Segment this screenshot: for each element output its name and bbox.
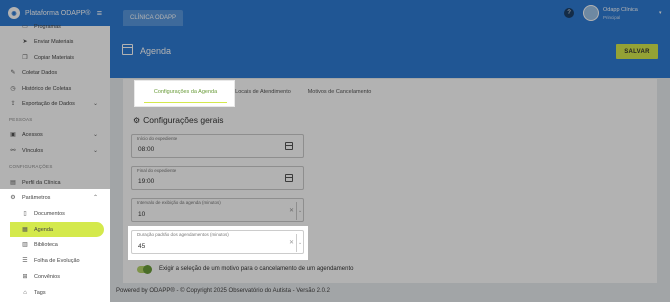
section-configuracoes: CONFIGURAÇÕES: [9, 164, 53, 169]
toggle-knob: [143, 265, 152, 274]
clear-icon[interactable]: ✕: [289, 239, 294, 246]
sidebar-item-tags[interactable]: ⌂ Tags: [0, 285, 110, 300]
chevron-down-icon: ⌄: [92, 148, 98, 154]
tag-icon: ⌂: [23, 289, 27, 296]
start-time-field[interactable]: Início do expediente 08:00: [131, 134, 304, 158]
interval-select[interactable]: Intervalo de exibição da agenda (minutos…: [131, 198, 304, 222]
sidebar-item-label: Exportação de Dados: [22, 100, 75, 107]
avatar[interactable]: [583, 5, 599, 21]
sidebar-item-label: Perfil da Clínica: [22, 179, 61, 186]
calendar-icon[interactable]: [285, 142, 293, 150]
list-icon: ☰: [22, 258, 28, 264]
page-title: Agenda: [140, 46, 172, 56]
edit-icon: ✎: [10, 70, 16, 76]
chevron-down-icon[interactable]: ⌄: [298, 240, 302, 246]
sidebar-item-biblioteca[interactable]: ▥ Biblioteca: [0, 237, 110, 252]
chevron-down-icon: ⌄: [92, 132, 98, 138]
sidebar-item-label: Histórico de Coletas: [22, 85, 72, 92]
help-icon[interactable]: ?: [564, 8, 574, 18]
history-icon: ◷: [10, 86, 16, 92]
settings-icon: ⚙: [10, 195, 16, 201]
tab-underline: [144, 102, 227, 103]
sidebar-item-label: Coletar Dados: [22, 69, 58, 76]
library-icon: ▥: [22, 242, 28, 248]
calendar-icon: [122, 44, 133, 55]
document-icon: ▯: [23, 211, 27, 217]
chevron-down-icon: ⌄: [92, 101, 98, 107]
end-time-field[interactable]: Final do expediente 19:00: [131, 166, 304, 190]
sidebar-item-folha-evolucao[interactable]: ☰ Folha de Evolução: [0, 253, 110, 268]
link-icon: ⚯: [10, 148, 16, 154]
export-icon: ⇪: [10, 101, 16, 107]
cancel-reason-label: Exigir a seleção de um motivo para o can…: [159, 266, 354, 272]
divider: [296, 202, 297, 220]
clear-icon[interactable]: ✕: [289, 207, 294, 214]
sidebar-item-acessos[interactable]: ▣ Acessos ⌄: [0, 127, 110, 142]
duration-label: Duração padrão dos agendamentos (minutos…: [137, 232, 229, 237]
user-name[interactable]: Odapp Clínica: [603, 7, 638, 13]
chevron-up-icon: ⌃: [92, 195, 98, 201]
save-button[interactable]: SALVAR: [616, 44, 658, 59]
tab-configuracoes-agenda[interactable]: Configurações da Agenda: [144, 89, 227, 95]
sidebar-item-copiar-materiais[interactable]: ❐ Copiar Materiais: [0, 50, 110, 65]
cancel-reason-toggle[interactable]: [137, 265, 152, 274]
chevron-down-icon[interactable]: ⌄: [298, 208, 302, 214]
sidebar-item-label: Vínculos: [22, 147, 44, 154]
footer-text: Powered by ODAPP® - © Copyright 2025 Obs…: [116, 288, 330, 294]
gear-icon: ⚙: [133, 115, 141, 125]
sidebar-item-enviar-materiais[interactable]: ➤ Enviar Materiais: [0, 34, 110, 49]
sidebar-item-label: Documentos: [34, 210, 65, 217]
duration-value[interactable]: 45: [138, 243, 145, 250]
sidebar-item-parametros[interactable]: ⚙ Parâmetros ⌃: [0, 190, 110, 205]
sidebar-item-label: Enviar Materiais: [34, 38, 74, 45]
section-title: ⚙ Configurações gerais: [133, 115, 224, 125]
sidebar-item-label: Biblioteca: [34, 241, 58, 248]
agreement-icon: ⊞: [22, 274, 28, 280]
end-time-label: Final do expediente: [137, 168, 177, 173]
sidebar-item-vinculos[interactable]: ⚯ Vínculos ⌄: [0, 143, 110, 158]
sidebar-item-coletar-dados[interactable]: ✎ Coletar Dados: [0, 65, 110, 80]
sidebar-item-label: Parâmetros: [22, 194, 51, 201]
page-banner: [110, 26, 670, 78]
sidebar-item-label: Tags: [34, 289, 46, 296]
sidebar-item-programas[interactable]: ▭ Programas: [0, 19, 110, 34]
sidebar-item-label: Agenda: [34, 226, 53, 233]
tab-locais-atendimento[interactable]: Locais de Atendimento: [228, 89, 298, 95]
tab-motivos-cancelamento[interactable]: Motivos de Cancelamento: [303, 89, 376, 95]
sidebar-item-label: Programas: [34, 23, 61, 30]
calendar-icon[interactable]: [285, 174, 293, 182]
divider: [296, 234, 297, 252]
folder-icon: ▭: [22, 24, 28, 30]
send-icon: ➤: [22, 39, 28, 45]
sidebar-item-perfil-clinica[interactable]: ▤ Perfil da Clínica: [0, 175, 110, 190]
clinic-icon: ▤: [10, 180, 16, 186]
sidebar-item-label: Folha de Evolução: [34, 257, 80, 264]
id-card-icon: ▣: [10, 132, 16, 138]
sidebar-item-label: Acessos: [22, 131, 43, 138]
top-bar: CLÍNICA ODAPP ? Odapp Clínica Principal …: [110, 0, 670, 26]
sidebar-item-documentos[interactable]: ▯ Documentos: [0, 206, 110, 221]
logo-icon: ◉: [8, 7, 20, 19]
interval-value[interactable]: 10: [138, 211, 145, 218]
sidebar-item-convenios[interactable]: ⊞ Convênios: [0, 269, 110, 284]
sidebar-item-label: Convênios: [34, 273, 60, 280]
duration-select[interactable]: Duração padrão dos agendamentos (minutos…: [131, 230, 304, 254]
menu-icon[interactable]: ≡: [97, 8, 102, 18]
copy-icon: ❐: [22, 55, 28, 61]
section-title-text: Configurações gerais: [143, 115, 224, 125]
section-pessoas: PESSOAS: [9, 117, 33, 122]
sidebar-item-agenda[interactable]: ▦ Agenda: [0, 222, 110, 237]
start-time-value[interactable]: 08:00: [138, 146, 154, 153]
clinic-tab[interactable]: CLÍNICA ODAPP: [123, 10, 183, 26]
user-role: Principal: [603, 15, 621, 20]
end-time-value[interactable]: 19:00: [138, 178, 154, 185]
chevron-down-icon[interactable]: ▾: [659, 10, 662, 16]
start-time-label: Início do expediente: [137, 136, 178, 141]
interval-label: Intervalo de exibição da agenda (minutos…: [137, 200, 221, 205]
brand-name: Plataforma ODAPP®: [25, 9, 91, 17]
sidebar-item-label: Copiar Materiais: [34, 54, 75, 61]
sidebar-item-exportacao[interactable]: ⇪ Exportação de Dados ⌄: [0, 96, 110, 111]
calendar-icon: ▦: [22, 227, 28, 233]
sidebar-item-historico[interactable]: ◷ Histórico de Coletas: [0, 81, 110, 96]
